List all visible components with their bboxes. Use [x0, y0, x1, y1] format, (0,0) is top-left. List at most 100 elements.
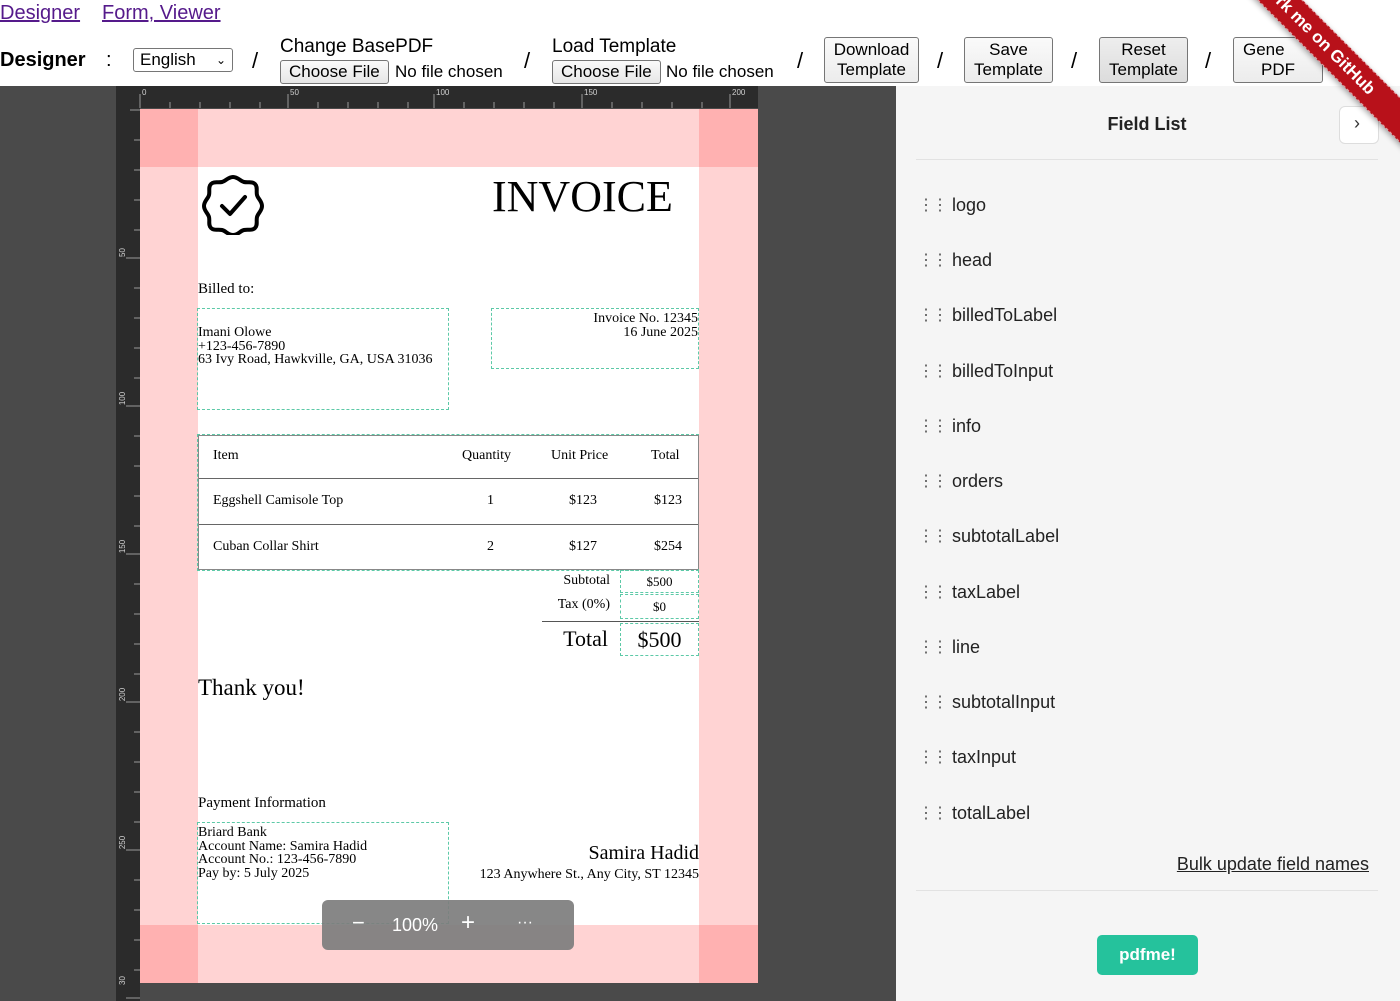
- designer-canvas[interactable]: 0 50 100 150 200 50 100 150 200 250 30 I…: [0, 86, 896, 1001]
- ruler-label: 150: [584, 88, 598, 97]
- invoice-info[interactable]: Invoice No. 12345 16 June 2025: [491, 308, 699, 369]
- nav-designer-link[interactable]: Designer: [0, 2, 80, 25]
- drag-handle-icon[interactable]: ⋮⋮: [918, 250, 948, 270]
- payment-info-label[interactable]: Payment Information: [198, 795, 326, 812]
- chevron-down-icon: ⌄: [215, 53, 226, 67]
- field-list-item[interactable]: ⋮⋮ taxInput: [918, 742, 1016, 772]
- ruler-label: 30: [117, 976, 127, 985]
- zoom-out-button[interactable]: −: [352, 910, 365, 936]
- basepdf-choose-file-button[interactable]: Choose File: [280, 60, 389, 84]
- field-list-item[interactable]: ⋮⋮ head: [918, 245, 992, 275]
- billed-to-label[interactable]: Billed to:: [198, 281, 254, 298]
- field-list-item[interactable]: ⋮⋮ line: [918, 632, 980, 662]
- load-template-label: Load Template: [552, 36, 677, 57]
- drag-handle-icon[interactable]: ⋮⋮: [918, 692, 948, 712]
- ruler-label: 0: [142, 88, 147, 97]
- separator: /: [1071, 48, 1078, 73]
- page-padding-top: [140, 109, 758, 167]
- toolbar-title: Designer: [0, 49, 86, 71]
- ruler-label: 150: [118, 539, 128, 554]
- drag-handle-icon[interactable]: ⋮⋮: [918, 195, 948, 215]
- ruler-label: 250: [118, 835, 128, 850]
- language-select-value: English: [140, 50, 196, 69]
- field-list-item[interactable]: ⋮⋮ billedToLabel: [918, 300, 1057, 330]
- panel-divider: [916, 890, 1378, 891]
- drag-handle-icon[interactable]: ⋮⋮: [918, 305, 948, 325]
- save-template-button[interactable]: Save Template: [964, 37, 1053, 83]
- bulk-update-field-names-link[interactable]: Bulk update field names: [1177, 854, 1369, 875]
- field-list-item[interactable]: ⋮⋮ info: [918, 411, 981, 441]
- change-basepdf-label: Change BasePDF: [280, 36, 434, 57]
- billed-to-input[interactable]: Imani Olowe +123-456-7890 63 Ivy Road, H…: [197, 308, 449, 410]
- invoice-head[interactable]: INVOICE: [492, 171, 673, 222]
- orders-table[interactable]: Item Quantity Unit Price Total Eggshell …: [197, 434, 699, 571]
- github-ribbon-container: Fork me on GitHub: [1220, 0, 1400, 180]
- page-padding-right: [699, 167, 758, 925]
- toolbar: Designer : English ⌄ / Change BasePDF Ch…: [0, 34, 1400, 86]
- field-list-item[interactable]: ⋮⋮ billedToInput: [918, 356, 1053, 386]
- page-padding-left: [140, 167, 198, 925]
- separator: /: [1205, 48, 1212, 73]
- page-padding-corner: [140, 109, 198, 167]
- field-list-item[interactable]: ⋮⋮ subtotalLabel: [918, 521, 1059, 551]
- table-header-unit-price: Unit Price: [551, 448, 609, 463]
- separator: /: [252, 48, 259, 73]
- total-input[interactable]: $500: [620, 623, 699, 656]
- drag-handle-icon[interactable]: ⋮⋮: [918, 582, 948, 602]
- ruler-label: 50: [290, 88, 299, 97]
- subtotal-input[interactable]: $500: [620, 570, 699, 593]
- template-no-file-text: No file chosen: [666, 62, 774, 81]
- separator: /: [524, 48, 531, 73]
- nav-form-viewer-link[interactable]: Form, Viewer: [102, 2, 221, 25]
- ruler-label: 50: [117, 248, 127, 257]
- badge-check-icon[interactable]: [202, 173, 264, 235]
- field-list-item[interactable]: ⋮⋮ totalLabel: [918, 798, 1030, 828]
- ruler-label: 200: [732, 88, 746, 97]
- template-choose-file-button[interactable]: Choose File: [552, 60, 661, 84]
- drag-handle-icon[interactable]: ⋮⋮: [918, 803, 948, 823]
- tax-input[interactable]: $0: [620, 594, 699, 619]
- field-list-item[interactable]: ⋮⋮ logo: [918, 190, 986, 220]
- pdfme-button[interactable]: pdfme!: [1097, 935, 1198, 975]
- thank-you-text[interactable]: Thank you!: [198, 675, 305, 701]
- total-label[interactable]: Total: [563, 626, 608, 652]
- line[interactable]: [542, 621, 699, 622]
- ruler-label: 100: [118, 391, 128, 406]
- field-list-panel: Field List › ⋮⋮ logo ⋮⋮ head ⋮⋮ billedToLab…: [896, 86, 1400, 1001]
- basepdf-no-file-text: No file chosen: [395, 62, 503, 81]
- field-list-item[interactable]: ⋮⋮ subtotalInput: [918, 687, 1055, 717]
- drag-handle-icon[interactable]: ⋮⋮: [918, 416, 948, 436]
- drag-handle-icon[interactable]: ⋮⋮: [918, 637, 948, 657]
- ruler-label: 200: [118, 687, 128, 702]
- table-header-total: Total: [651, 448, 680, 463]
- table-header-quantity: Quantity: [462, 448, 511, 463]
- field-list-item[interactable]: ⋮⋮ taxLabel: [918, 577, 1020, 607]
- more-options-button[interactable]: ···: [517, 914, 533, 932]
- separator: /: [797, 48, 804, 73]
- ruler-label: 100: [436, 88, 450, 97]
- subtotal-label[interactable]: Subtotal: [563, 573, 610, 589]
- pdf-page[interactable]: INVOICE Billed to: Imani Olowe +123-456-…: [140, 109, 758, 983]
- zoom-level: 100%: [392, 915, 439, 935]
- sender-name[interactable]: Samira Hadid: [588, 842, 699, 865]
- zoom-in-button[interactable]: +: [461, 909, 475, 937]
- toolbar-colon: :: [106, 49, 112, 71]
- page-padding-corner: [699, 925, 758, 983]
- page-padding-corner: [699, 109, 758, 167]
- zoom-toolbar: − 100% + ···: [322, 900, 574, 950]
- download-template-button[interactable]: Download Template: [824, 37, 919, 83]
- fork-me-on-github-ribbon[interactable]: Fork me on GitHub: [1220, 0, 1400, 149]
- field-list-item[interactable]: ⋮⋮ orders: [918, 466, 1003, 496]
- drag-handle-icon[interactable]: ⋮⋮: [918, 471, 948, 491]
- separator: /: [937, 48, 944, 73]
- reset-template-button[interactable]: Reset Template: [1099, 37, 1188, 83]
- page-padding-corner: [140, 925, 198, 983]
- language-select[interactable]: English ⌄: [133, 48, 233, 72]
- sender-address[interactable]: 123 Anywhere St., Any City, ST 12345: [480, 867, 699, 883]
- drag-handle-icon[interactable]: ⋮⋮: [918, 361, 948, 381]
- drag-handle-icon[interactable]: ⋮⋮: [918, 747, 948, 767]
- drag-handle-icon[interactable]: ⋮⋮: [918, 526, 948, 546]
- table-header-item: Item: [213, 448, 239, 463]
- horizontal-ruler: 0 50 100 150 200: [116, 86, 758, 108]
- tax-label[interactable]: Tax (0%): [558, 597, 610, 613]
